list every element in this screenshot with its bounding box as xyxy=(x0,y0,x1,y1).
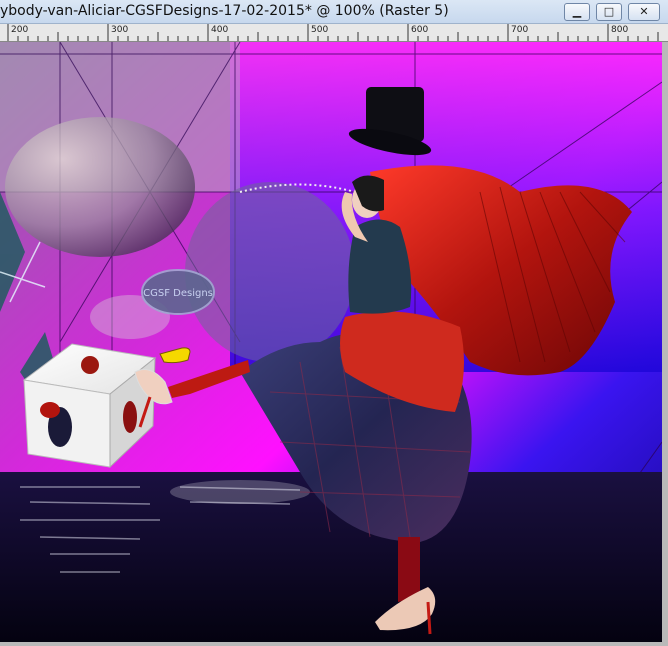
maximize-icon: □ xyxy=(603,5,615,18)
standing-leg-sock xyxy=(398,537,420,602)
close-button[interactable]: ✕ xyxy=(628,3,660,21)
ruler-label-500: 500 xyxy=(311,25,329,35)
watermark-text: CGSF Designs xyxy=(143,288,213,299)
swirl-orb-center xyxy=(185,182,355,362)
figure-top xyxy=(81,356,99,374)
ruler-label-600: 600 xyxy=(411,25,429,35)
bottom-window-border xyxy=(0,642,662,646)
horizontal-ruler: 200 300 400 500 600 700 800 xyxy=(0,24,668,42)
ruler-label-200: 200 xyxy=(11,25,29,35)
ruler-label-700: 700 xyxy=(511,25,529,35)
figure-side xyxy=(123,401,137,433)
minimize-icon: ▁ xyxy=(572,5,582,18)
image-canvas[interactable]: CGSF Designs xyxy=(0,42,662,642)
splash-reflection xyxy=(170,480,310,504)
right-window-border xyxy=(662,42,668,646)
maximize-button[interactable]: □ xyxy=(596,3,622,21)
ruler-label-300: 300 xyxy=(111,25,129,35)
window-title: ybody-van-Aliciar-CGSFDesigns-17-02-2015… xyxy=(0,3,449,19)
swirl-orb-left xyxy=(5,117,195,257)
standing-heel xyxy=(426,601,432,635)
ruler-label-800: 800 xyxy=(611,25,629,35)
close-icon: ✕ xyxy=(639,5,649,18)
minimize-button[interactable]: ▁ xyxy=(564,3,590,21)
window-titlebar[interactable]: ybody-van-Aliciar-CGSFDesigns-17-02-2015… xyxy=(0,0,668,24)
artwork: CGSF Designs xyxy=(0,42,662,642)
ruler-label-400: 400 xyxy=(211,25,229,35)
ruler-ticks xyxy=(7,24,659,41)
